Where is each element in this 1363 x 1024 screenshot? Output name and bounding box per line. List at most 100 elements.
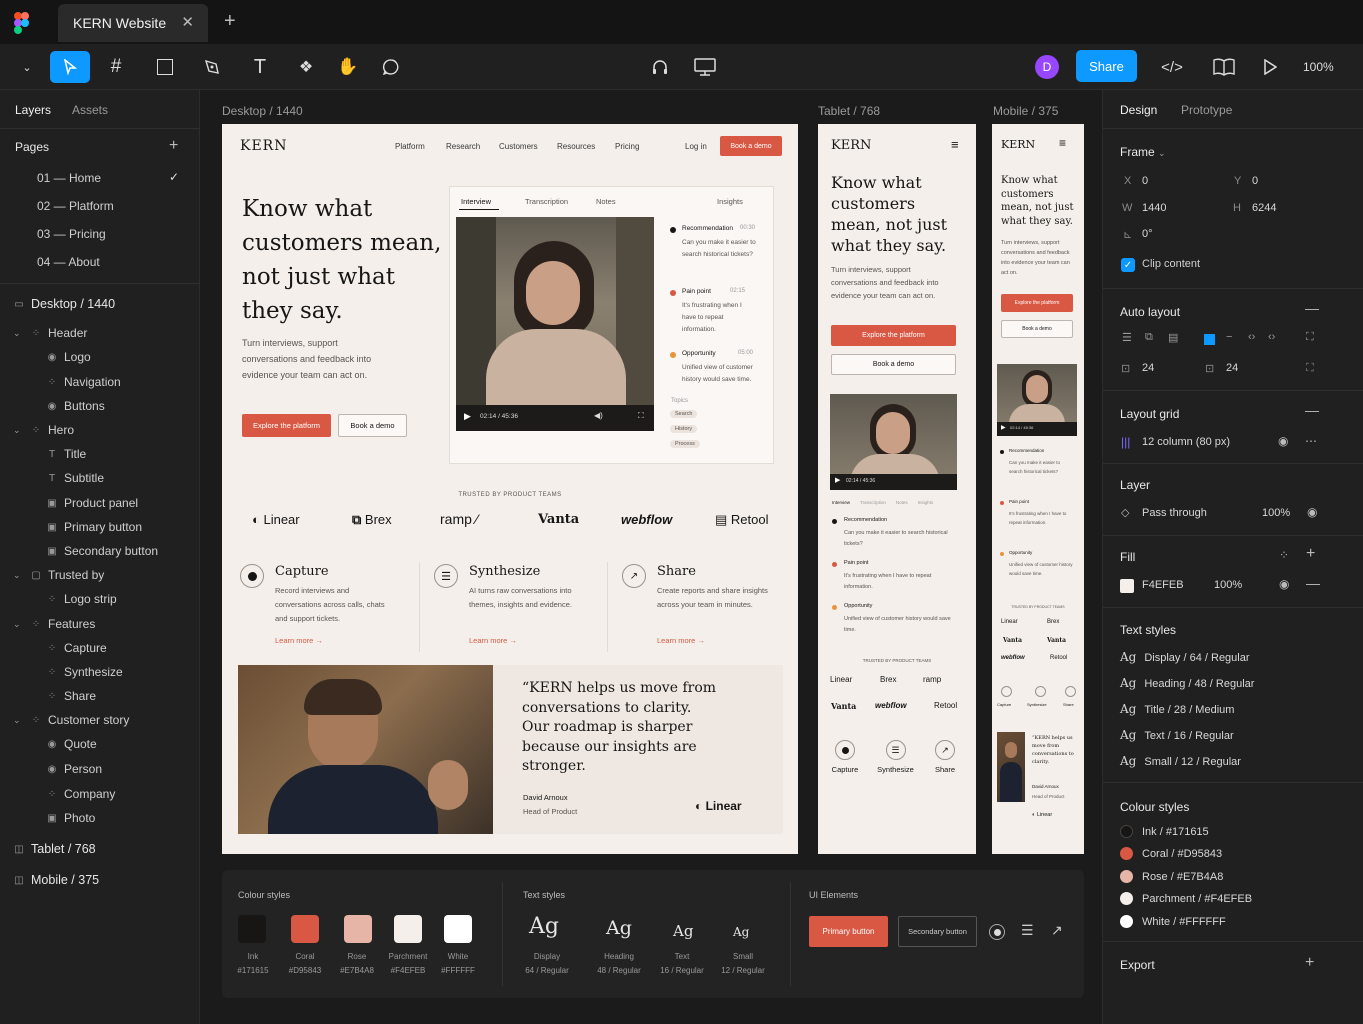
play-icon[interactable]: ▶ — [835, 476, 840, 484]
page-item[interactable]: 03 — Pricing — [37, 224, 106, 244]
layer-trusted-by[interactable]: ▢ Trusted by — [30, 565, 104, 585]
colour-style-item[interactable]: Ink / #171615 — [1120, 825, 1209, 838]
nav-link[interactable]: Customers — [499, 142, 538, 151]
interview-video[interactable]: ▶ 02:14 / 45:36 — [997, 364, 1077, 436]
layer-logo[interactable]: ◉ Logo — [46, 347, 91, 367]
frame-label-tablet[interactable]: Tablet / 768 — [818, 104, 880, 118]
learn-more-link[interactable]: Learn more → — [657, 636, 705, 645]
nav-link[interactable]: Pricing — [615, 142, 639, 151]
panel-tab-insights[interactable]: Insights — [717, 195, 743, 209]
text-style-item[interactable]: Ag Small / 12 / Regular — [1120, 754, 1241, 768]
volume-icon[interactable]: ◀) — [594, 411, 603, 420]
remove-fill-icon[interactable]: — — [1306, 575, 1320, 591]
hamburger-menu-icon[interactable]: ≡ — [1059, 136, 1066, 150]
frame-label-desktop[interactable]: Desktop / 1440 — [222, 104, 303, 118]
headphones-icon[interactable] — [643, 51, 677, 83]
style-grid-icon[interactable]: ⁘ — [1279, 548, 1289, 562]
interview-video[interactable]: ▶ 02:14 / 45:36 — [830, 394, 957, 490]
hero-primary-button[interactable]: Explore the platform — [242, 414, 331, 437]
remove-grid-icon[interactable]: — — [1305, 402, 1319, 418]
hand-tool-icon[interactable]: ✋ — [331, 51, 365, 83]
tablet-frame[interactable]: KERN ≡ Know what customers mean, not jus… — [818, 124, 976, 854]
collapse-chevron-icon[interactable]: ⌄ — [13, 570, 21, 581]
layer-share[interactable]: ⁘ Share — [46, 686, 96, 706]
ag-text[interactable]: Ag — [673, 922, 693, 940]
swatch-rose[interactable] — [344, 915, 372, 943]
panel-tab[interactable]: Transcription — [860, 500, 886, 505]
library-book-icon[interactable] — [1207, 51, 1241, 83]
pen-tool-icon[interactable] — [195, 51, 229, 83]
hero-primary-button[interactable]: Explore the platform — [1001, 294, 1073, 312]
hero-secondary-button[interactable]: Book a demo — [338, 414, 407, 437]
panel-tab[interactable]: Notes — [896, 500, 908, 505]
layer-desktop[interactable]: ▭ Desktop / 1440 — [13, 294, 115, 314]
hero-secondary-button[interactable]: Book a demo — [831, 354, 956, 375]
padding-horizontal-input[interactable]: 24 — [1142, 362, 1154, 374]
direction-vertical-icon[interactable]: ☰ — [1122, 331, 1132, 344]
tab-layers[interactable]: Layers — [15, 103, 51, 117]
topic-chip[interactable]: History — [670, 425, 698, 433]
layer-logo-strip[interactable]: ⁘ Logo strip — [46, 589, 117, 609]
page-item[interactable]: 04 — About — [37, 252, 100, 272]
collapse-chevron-icon[interactable]: ⌄ — [13, 619, 21, 630]
page-item[interactable]: 02 — Platform — [37, 196, 114, 216]
nav-link[interactable]: Platform — [395, 142, 425, 151]
figma-logo-icon[interactable] — [14, 12, 30, 34]
add-fill-icon[interactable]: + — [1306, 545, 1315, 563]
tab-prototype[interactable]: Prototype — [1181, 103, 1232, 117]
more-options-icon[interactable]: ⋯ — [1305, 434, 1317, 448]
tab-assets[interactable]: Assets — [72, 103, 108, 117]
hamburger-menu-icon[interactable]: ≡ — [951, 137, 959, 152]
clip-content-checkbox[interactable]: ✓ — [1121, 258, 1135, 272]
layer-primary-button[interactable]: ▣ Primary button — [46, 517, 142, 537]
move-tool-icon[interactable] — [50, 51, 90, 83]
learn-more-link[interactable]: Learn more → — [469, 636, 517, 645]
text-style-item[interactable]: Ag Heading / 48 / Regular — [1120, 676, 1254, 690]
layer-customer-story[interactable]: ⁘ Customer story — [30, 710, 130, 730]
panel-tab[interactable]: Interview — [832, 500, 850, 505]
layer-tablet[interactable]: ◫ Tablet / 768 — [13, 839, 95, 859]
direction-horizontal-icon[interactable]: ⧉ — [1145, 331, 1153, 344]
fill-swatch[interactable] — [1120, 579, 1134, 593]
play-icon[interactable]: ▶ — [1001, 424, 1006, 431]
fill-opacity[interactable]: 100% — [1214, 579, 1242, 591]
file-tab[interactable]: KERN Website ✕ — [58, 4, 208, 42]
x-input[interactable]: 0 — [1142, 175, 1148, 187]
layer-photo[interactable]: ▣ Photo — [46, 808, 95, 828]
padding-individual-icon[interactable]: ⛶ — [1306, 362, 1314, 375]
present-screen-icon[interactable] — [688, 51, 722, 83]
ag-small[interactable]: Ag — [733, 925, 749, 939]
collapse-chevron-icon[interactable]: ⌄ — [13, 425, 21, 436]
grid-value[interactable]: 12 column (80 px) — [1142, 436, 1230, 448]
frame-tool-icon[interactable]: # — [99, 51, 133, 83]
hero-primary-button[interactable]: Explore the platform — [831, 325, 956, 346]
main-menu-chevron-icon[interactable]: ⌄ — [10, 51, 44, 83]
layer-features[interactable]: ⁘ Features — [30, 614, 96, 634]
layer-person[interactable]: ◉ Person — [46, 759, 102, 779]
login-link[interactable]: Log in — [685, 142, 707, 151]
height-input[interactable]: 6244 — [1252, 202, 1276, 214]
layer-subtitle[interactable]: T Subtitle — [46, 468, 104, 488]
remove-auto-layout-icon[interactable]: — — [1305, 300, 1319, 316]
desktop-frame[interactable]: KERN Platform Research Customers Resourc… — [222, 124, 798, 854]
fullscreen-icon[interactable]: ⛶ — [638, 411, 644, 421]
zoom-level[interactable]: 100% — [1303, 60, 1334, 74]
nav-link[interactable]: Research — [446, 142, 480, 151]
colour-style-item[interactable]: Parchment / #F4EFEB — [1120, 892, 1252, 905]
layer-quote[interactable]: ◉ Quote — [46, 734, 97, 754]
eye-icon[interactable]: ◉ — [1307, 505, 1317, 519]
text-style-item[interactable]: Ag Title / 28 / Medium — [1120, 702, 1234, 716]
layer-header[interactable]: ⁘ Header — [30, 323, 88, 343]
frame-label-mobile[interactable]: Mobile / 375 — [993, 104, 1058, 118]
radio-record-icon[interactable] — [989, 924, 1005, 940]
y-input[interactable]: 0 — [1252, 175, 1258, 187]
spacing-left-icon[interactable]: ‹› — [1248, 331, 1255, 343]
text-style-item[interactable]: Ag Display / 64 / Regular — [1120, 650, 1250, 664]
ag-heading[interactable]: Ag — [606, 917, 632, 939]
layer-secondary-button[interactable]: ▣ Secondary button — [46, 541, 158, 561]
tab-design[interactable]: Design — [1120, 103, 1157, 117]
layer-mobile[interactable]: ◫ Mobile / 375 — [13, 870, 99, 890]
layer-product-panel[interactable]: ▣ Product panel — [46, 493, 138, 513]
colour-style-item[interactable]: Rose / #E7B4A8 — [1120, 870, 1223, 883]
fill-hex[interactable]: F4EFEB — [1142, 579, 1184, 591]
